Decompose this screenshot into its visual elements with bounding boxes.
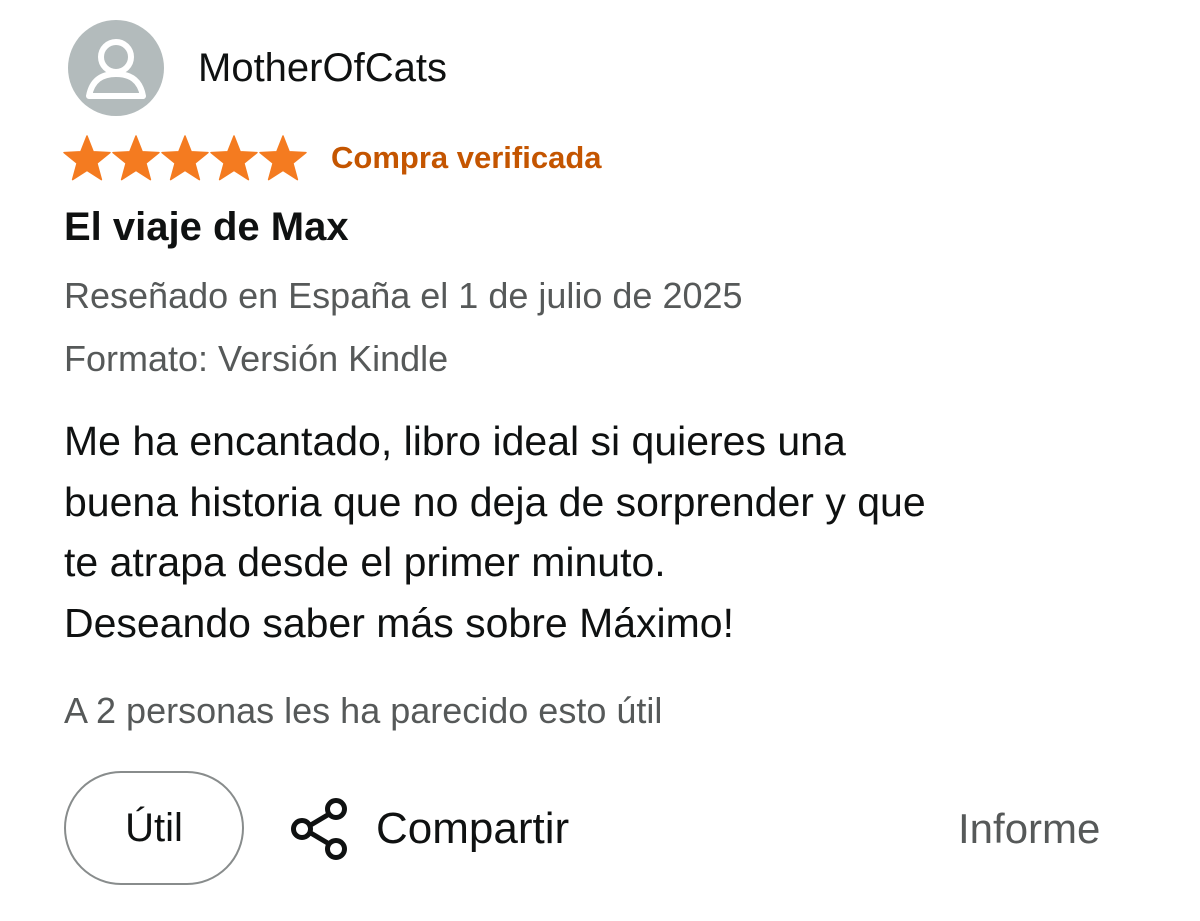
review-body-line: te atrapa desde el primer minuto. bbox=[64, 539, 666, 585]
reviewer-profile[interactable]: MotherOfCats bbox=[68, 20, 447, 116]
useful-button[interactable]: Útil bbox=[64, 771, 244, 885]
reviewer-name[interactable]: MotherOfCats bbox=[198, 46, 447, 91]
review-body-line: Me ha encantado, libro ideal si quieres … bbox=[64, 418, 846, 464]
star-filled-icon bbox=[161, 135, 209, 181]
star-rating bbox=[62, 134, 307, 182]
review-card: MotherOfCats Compra verificada El viaje … bbox=[0, 0, 1200, 921]
verified-purchase-badge: Compra verificada bbox=[331, 140, 602, 175]
star-filled-icon bbox=[112, 135, 160, 181]
review-body: Me ha encantado, libro ideal si quieres … bbox=[64, 411, 1164, 653]
review-body-line: buena historia que no deja de sorprender… bbox=[64, 478, 926, 525]
share-label: Compartir bbox=[376, 804, 570, 853]
avatar bbox=[68, 20, 164, 116]
rating-row: Compra verificada bbox=[62, 133, 602, 183]
helpful-count: A 2 personas les ha parecido esto útil bbox=[64, 690, 663, 731]
review-date: Reseñado en España el 1 de julio de 2025 bbox=[64, 275, 743, 316]
star-filled-icon bbox=[63, 135, 111, 181]
report-link[interactable]: Informe bbox=[958, 805, 1100, 853]
review-format: Formato: Versión Kindle bbox=[64, 338, 449, 379]
review-body-line: Deseando saber más sobre Máximo! bbox=[64, 599, 734, 646]
share-icon bbox=[291, 798, 347, 860]
star-filled-icon bbox=[259, 135, 307, 181]
user-silhouette-icon bbox=[86, 39, 146, 99]
review-title: El viaje de Max bbox=[64, 205, 349, 249]
share-button[interactable]: Compartir bbox=[288, 796, 569, 862]
star-filled-icon bbox=[210, 135, 258, 181]
